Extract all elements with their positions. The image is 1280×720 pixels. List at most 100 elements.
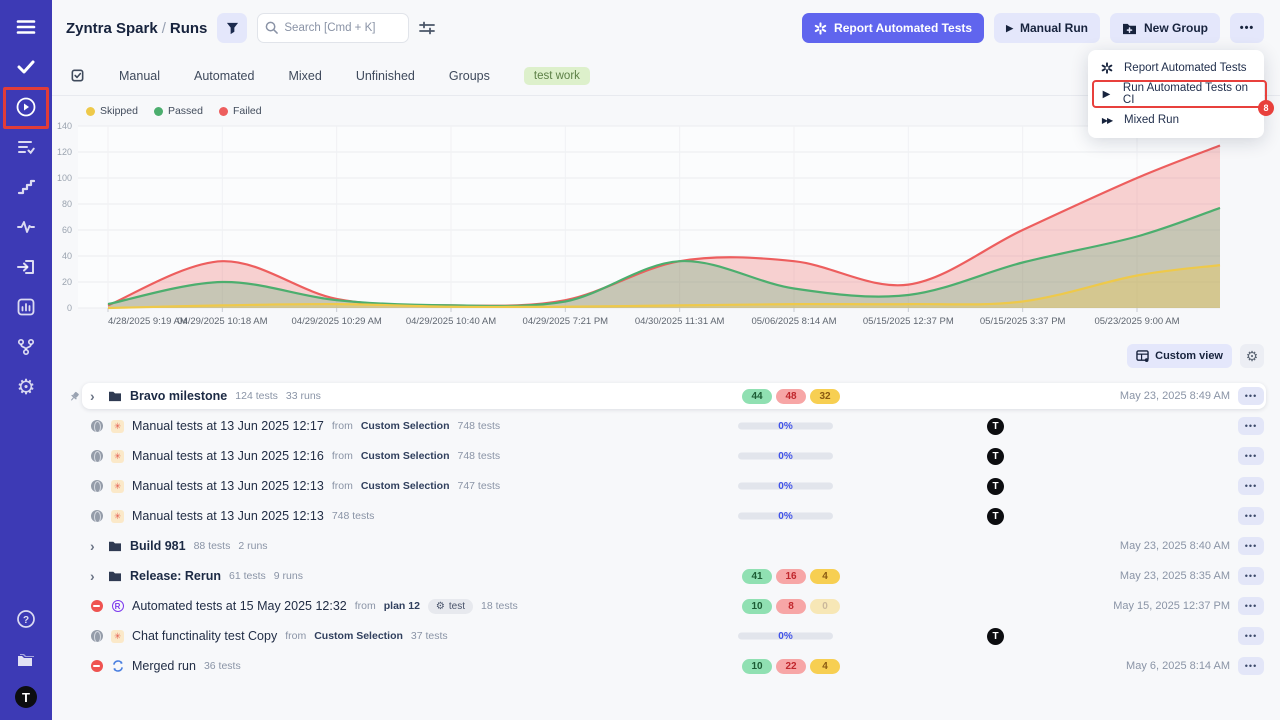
pinned-indicator — [66, 391, 82, 402]
manual-run-button[interactable]: ▶ Manual Run — [994, 13, 1100, 43]
assignee-avatar[interactable]: T — [987, 628, 1004, 645]
sidebar-item-steps[interactable] — [13, 174, 39, 200]
custom-view-button[interactable]: Custom view — [1127, 344, 1232, 368]
row-actions-button[interactable]: ••• — [1238, 507, 1264, 525]
row-actions-button[interactable]: ••• — [1238, 597, 1264, 615]
sidebar-item-analytics[interactable] — [13, 294, 39, 320]
row-actions-button[interactable]: ••• — [1238, 387, 1264, 405]
run-title[interactable]: Manual tests at 13 Jun 2025 12:17 — [132, 419, 324, 433]
more-actions-dropdown: Report Automated Tests ▶ Run Automated T… — [1088, 50, 1264, 138]
run-tag[interactable]: ⚙test — [428, 599, 473, 614]
manual-icon: ✳ — [111, 510, 124, 523]
row-actions-button[interactable]: ••• — [1238, 477, 1264, 495]
settings-gear-icon[interactable]: ⚙ — [13, 374, 39, 400]
row-content: ›Bravo milestone124 tests33 runs444832Ma… — [82, 383, 1266, 409]
assignee-avatar[interactable]: T — [987, 418, 1004, 435]
assignee-avatar[interactable]: T — [987, 478, 1004, 495]
run-title[interactable]: Merged run — [132, 659, 196, 673]
menu-item-run-automated-tests-on-ci[interactable]: ▶ Run Automated Tests on CI 8 — [1088, 81, 1264, 107]
tab-unfinished[interactable]: Unfinished — [356, 69, 415, 83]
expand-chevron-icon[interactable]: › — [90, 568, 100, 584]
app-root: ⚙ ? T Zyntra Spark/Runs — [0, 0, 1280, 720]
progress-label: 0% — [778, 631, 792, 642]
sidebar-item-test-cases[interactable] — [13, 134, 39, 160]
user-avatar[interactable]: T — [15, 686, 37, 708]
run-timestamp: May 15, 2025 12:37 PM — [1113, 600, 1230, 612]
menu-item-report-automated-tests[interactable]: Report Automated Tests — [1088, 55, 1264, 81]
run-row[interactable]: RAutomated tests at 15 May 2025 12:32fro… — [66, 591, 1266, 621]
run-row[interactable]: ✳Manual tests at 13 Jun 2025 12:16fromCu… — [66, 441, 1266, 471]
run-row[interactable]: ✳Chat functinality test CopyfromCustom S… — [66, 621, 1266, 651]
skipped-badge: 0 — [810, 599, 840, 614]
tab-automated[interactable]: Automated — [194, 69, 254, 83]
assignee-avatar[interactable]: T — [987, 448, 1004, 465]
tab-manual[interactable]: Manual — [119, 69, 160, 83]
group-row[interactable]: ›Release: Rerun61 tests9 runs41164May 23… — [66, 561, 1266, 591]
globe-icon — [90, 510, 103, 523]
row-content: ✳Manual tests at 13 Jun 2025 12:13fromCu… — [82, 473, 1266, 499]
expand-chevron-icon[interactable]: › — [90, 538, 100, 554]
report-automated-tests-button[interactable]: Report Automated Tests — [802, 13, 984, 43]
run-row[interactable]: ✳Manual tests at 13 Jun 2025 12:13fromCu… — [66, 471, 1266, 501]
run-row[interactable]: Merged run36 tests10224May 6, 2025 8:14 … — [66, 651, 1266, 681]
failed-badge: 48 — [776, 389, 806, 404]
svg-text:60: 60 — [62, 225, 72, 235]
folder-icon — [108, 570, 122, 582]
result-badges: 1080 — [742, 599, 840, 614]
group-title[interactable]: Build 981 — [130, 539, 186, 553]
run-title[interactable]: Manual tests at 13 Jun 2025 12:16 — [132, 449, 324, 463]
new-group-button[interactable]: New Group — [1110, 13, 1220, 43]
search-input[interactable] — [257, 13, 409, 43]
list-settings-gear-icon[interactable]: ⚙ — [1240, 344, 1264, 368]
projects-folder-icon[interactable] — [13, 646, 39, 672]
run-title[interactable]: Manual tests at 13 Jun 2025 12:13 — [132, 479, 324, 493]
row-actions-button[interactable]: ••• — [1238, 537, 1264, 555]
group-title[interactable]: Bravo milestone — [130, 389, 227, 403]
breadcrumb-project[interactable]: Zyntra Spark — [66, 20, 158, 37]
row-actions-button[interactable]: ••• — [1238, 567, 1264, 585]
sidebar-item-import[interactable] — [13, 254, 39, 280]
menu-icon[interactable] — [13, 14, 39, 40]
tab-groups[interactable]: Groups — [449, 69, 490, 83]
row-actions-button[interactable]: ••• — [1238, 657, 1264, 675]
svg-text:04/29/2025 10:18 AM: 04/29/2025 10:18 AM — [177, 316, 267, 327]
row-actions-button[interactable]: ••• — [1238, 417, 1264, 435]
group-title[interactable]: Release: Rerun — [130, 569, 221, 583]
automated-runner-icon: R — [112, 600, 124, 612]
menu-item-mixed-run[interactable]: ▶▶ Mixed Run — [1088, 107, 1264, 133]
sidebar-item-pulse[interactable] — [13, 214, 39, 240]
row-content: ›Release: Rerun61 tests9 runs41164May 23… — [82, 563, 1266, 589]
sidebar-item-branches[interactable] — [13, 334, 39, 360]
run-row[interactable]: ✳Manual tests at 13 Jun 2025 12:17fromCu… — [66, 411, 1266, 441]
globe-icon — [91, 630, 103, 642]
result-badges: 41164 — [742, 569, 840, 584]
more-actions-button[interactable]: ••• — [1230, 13, 1264, 43]
row-actions-button[interactable]: ••• — [1238, 447, 1264, 465]
tab-mixed[interactable]: Mixed — [288, 69, 321, 83]
sidebar-item-tasks[interactable] — [13, 54, 39, 80]
run-from-value: Custom Selection — [361, 450, 450, 462]
progress-label: 0% — [778, 511, 792, 522]
gear-icon: ⚙ — [436, 601, 445, 612]
help-icon[interactable]: ? — [13, 606, 39, 632]
select-runs-icon[interactable] — [70, 68, 85, 83]
folder-icon — [108, 540, 122, 552]
run-title[interactable]: Chat functinality test Copy — [132, 629, 277, 643]
run-timestamp: May 23, 2025 8:35 AM — [1120, 570, 1230, 582]
group-row[interactable]: ›Build 98188 tests2 runsMay 23, 2025 8:4… — [66, 531, 1266, 561]
run-from-label: from — [332, 480, 353, 492]
search-settings-icon[interactable] — [419, 21, 435, 35]
assignee-avatar[interactable]: T — [987, 508, 1004, 525]
skipped-badge: 4 — [810, 659, 840, 674]
expand-chevron-icon[interactable]: › — [90, 388, 100, 404]
group-row[interactable]: ›Bravo milestone124 tests33 runs444832Ma… — [66, 381, 1266, 411]
run-from-value: Custom Selection — [361, 480, 450, 492]
stopped-icon — [90, 660, 103, 673]
filter-button[interactable] — [217, 13, 247, 43]
run-row[interactable]: ✳Manual tests at 13 Jun 2025 12:13748 te… — [66, 501, 1266, 531]
run-title[interactable]: Manual tests at 13 Jun 2025 12:13 — [132, 509, 324, 523]
sidebar-item-runs[interactable] — [13, 94, 39, 120]
run-title[interactable]: Automated tests at 15 May 2025 12:32 — [132, 599, 347, 613]
filter-tag-test-work[interactable]: test work — [524, 67, 590, 85]
row-actions-button[interactable]: ••• — [1238, 627, 1264, 645]
